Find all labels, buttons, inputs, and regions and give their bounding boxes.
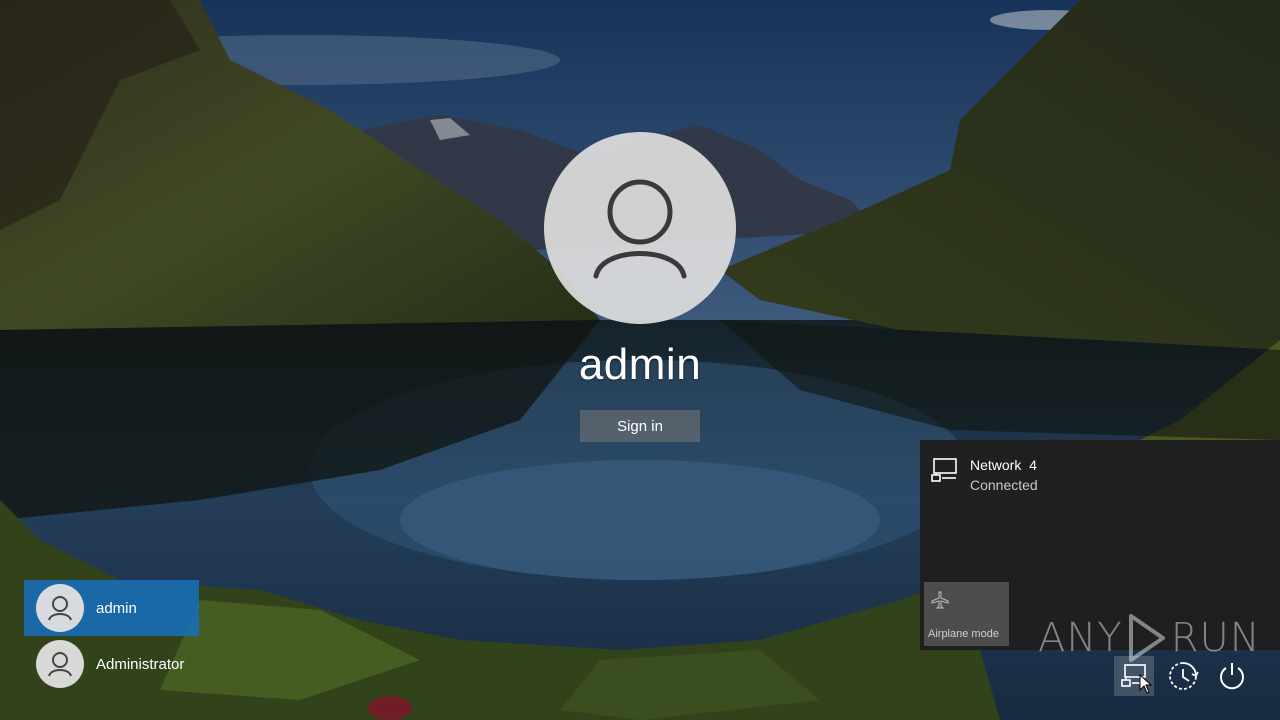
network-entry[interactable]: Network 4 Connected — [930, 457, 1038, 493]
watermark-right-text: RUN — [1170, 615, 1261, 661]
airplane-icon — [931, 591, 949, 609]
person-icon — [593, 179, 687, 279]
person-icon — [48, 652, 72, 677]
airplane-mode-label: Airplane mode — [928, 628, 999, 640]
user-avatar — [36, 584, 84, 632]
network-name: Network 4 — [970, 457, 1037, 473]
airplane-mode-toggle[interactable]: Airplane mode — [924, 582, 1009, 646]
watermark-left-text: ANY — [1038, 615, 1123, 661]
mouse-cursor-icon — [1139, 674, 1153, 694]
ethernet-network-icon — [931, 458, 957, 482]
network-status: Connected — [970, 477, 1038, 493]
user-tile-label: Administrator — [96, 655, 185, 673]
user-tile-label: admin — [96, 599, 137, 617]
power-button[interactable] — [1212, 656, 1252, 696]
user-tile-admin[interactable]: admin — [24, 580, 199, 636]
user-avatar — [36, 640, 84, 688]
current-username: admin — [578, 340, 702, 389]
user-avatar-large — [544, 132, 736, 324]
sign-in-button[interactable]: Sign in — [580, 410, 700, 442]
accessibility-icon — [1169, 662, 1199, 690]
person-icon — [48, 596, 72, 621]
power-icon — [1220, 663, 1244, 690]
user-tile-administrator[interactable]: Administrator — [24, 636, 199, 692]
accessibility-button[interactable] — [1163, 656, 1203, 696]
